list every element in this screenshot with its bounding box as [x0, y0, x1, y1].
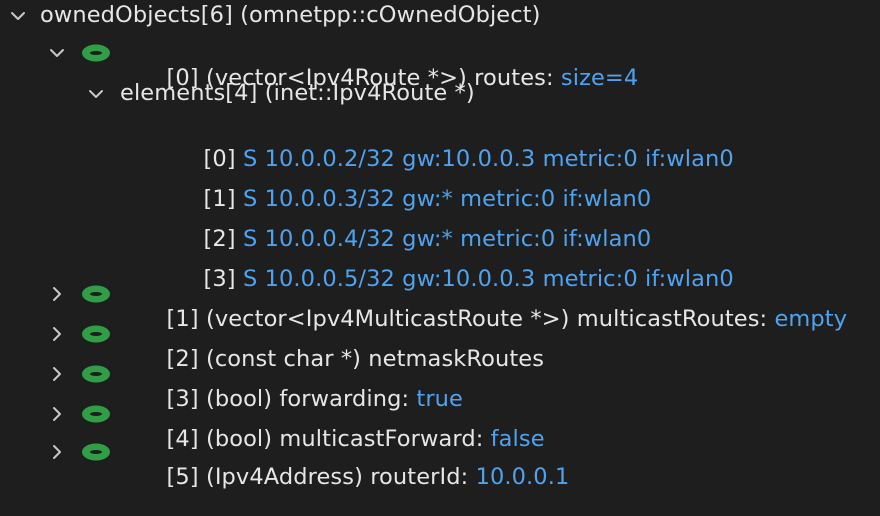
tree-item-label: [5] (Ipv4Address) routerId:	[166, 464, 476, 490]
tree-item-value: size=4	[560, 65, 639, 91]
object-eye-icon	[80, 324, 112, 344]
tree-item-label: elements[4] (inet::Ipv4Route *)	[120, 80, 475, 106]
chevron-down-icon[interactable]	[47, 43, 67, 63]
object-inspector-tree: ownedObjects[6] (omnetpp::cOwnedObject) …	[0, 0, 880, 490]
object-eye-icon	[80, 404, 112, 424]
chevron-down-icon[interactable]	[86, 84, 106, 104]
tree-root-label: ownedObjects[6] (omnetpp::cOwnedObject)	[40, 2, 541, 28]
object-eye-icon	[80, 442, 112, 462]
chevron-right-icon[interactable]	[47, 284, 67, 304]
chevron-down-icon[interactable]	[8, 6, 28, 26]
object-eye-icon	[80, 284, 112, 304]
chevron-right-icon[interactable]	[47, 324, 67, 344]
tree-item-value: empty	[774, 306, 848, 332]
chevron-right-icon[interactable]	[47, 404, 67, 424]
object-eye-icon	[80, 364, 112, 384]
chevron-right-icon[interactable]	[47, 442, 67, 462]
object-eye-icon	[80, 43, 112, 63]
chevron-right-icon[interactable]	[47, 364, 67, 384]
tree-item-value: 10.0.0.1	[475, 464, 570, 490]
